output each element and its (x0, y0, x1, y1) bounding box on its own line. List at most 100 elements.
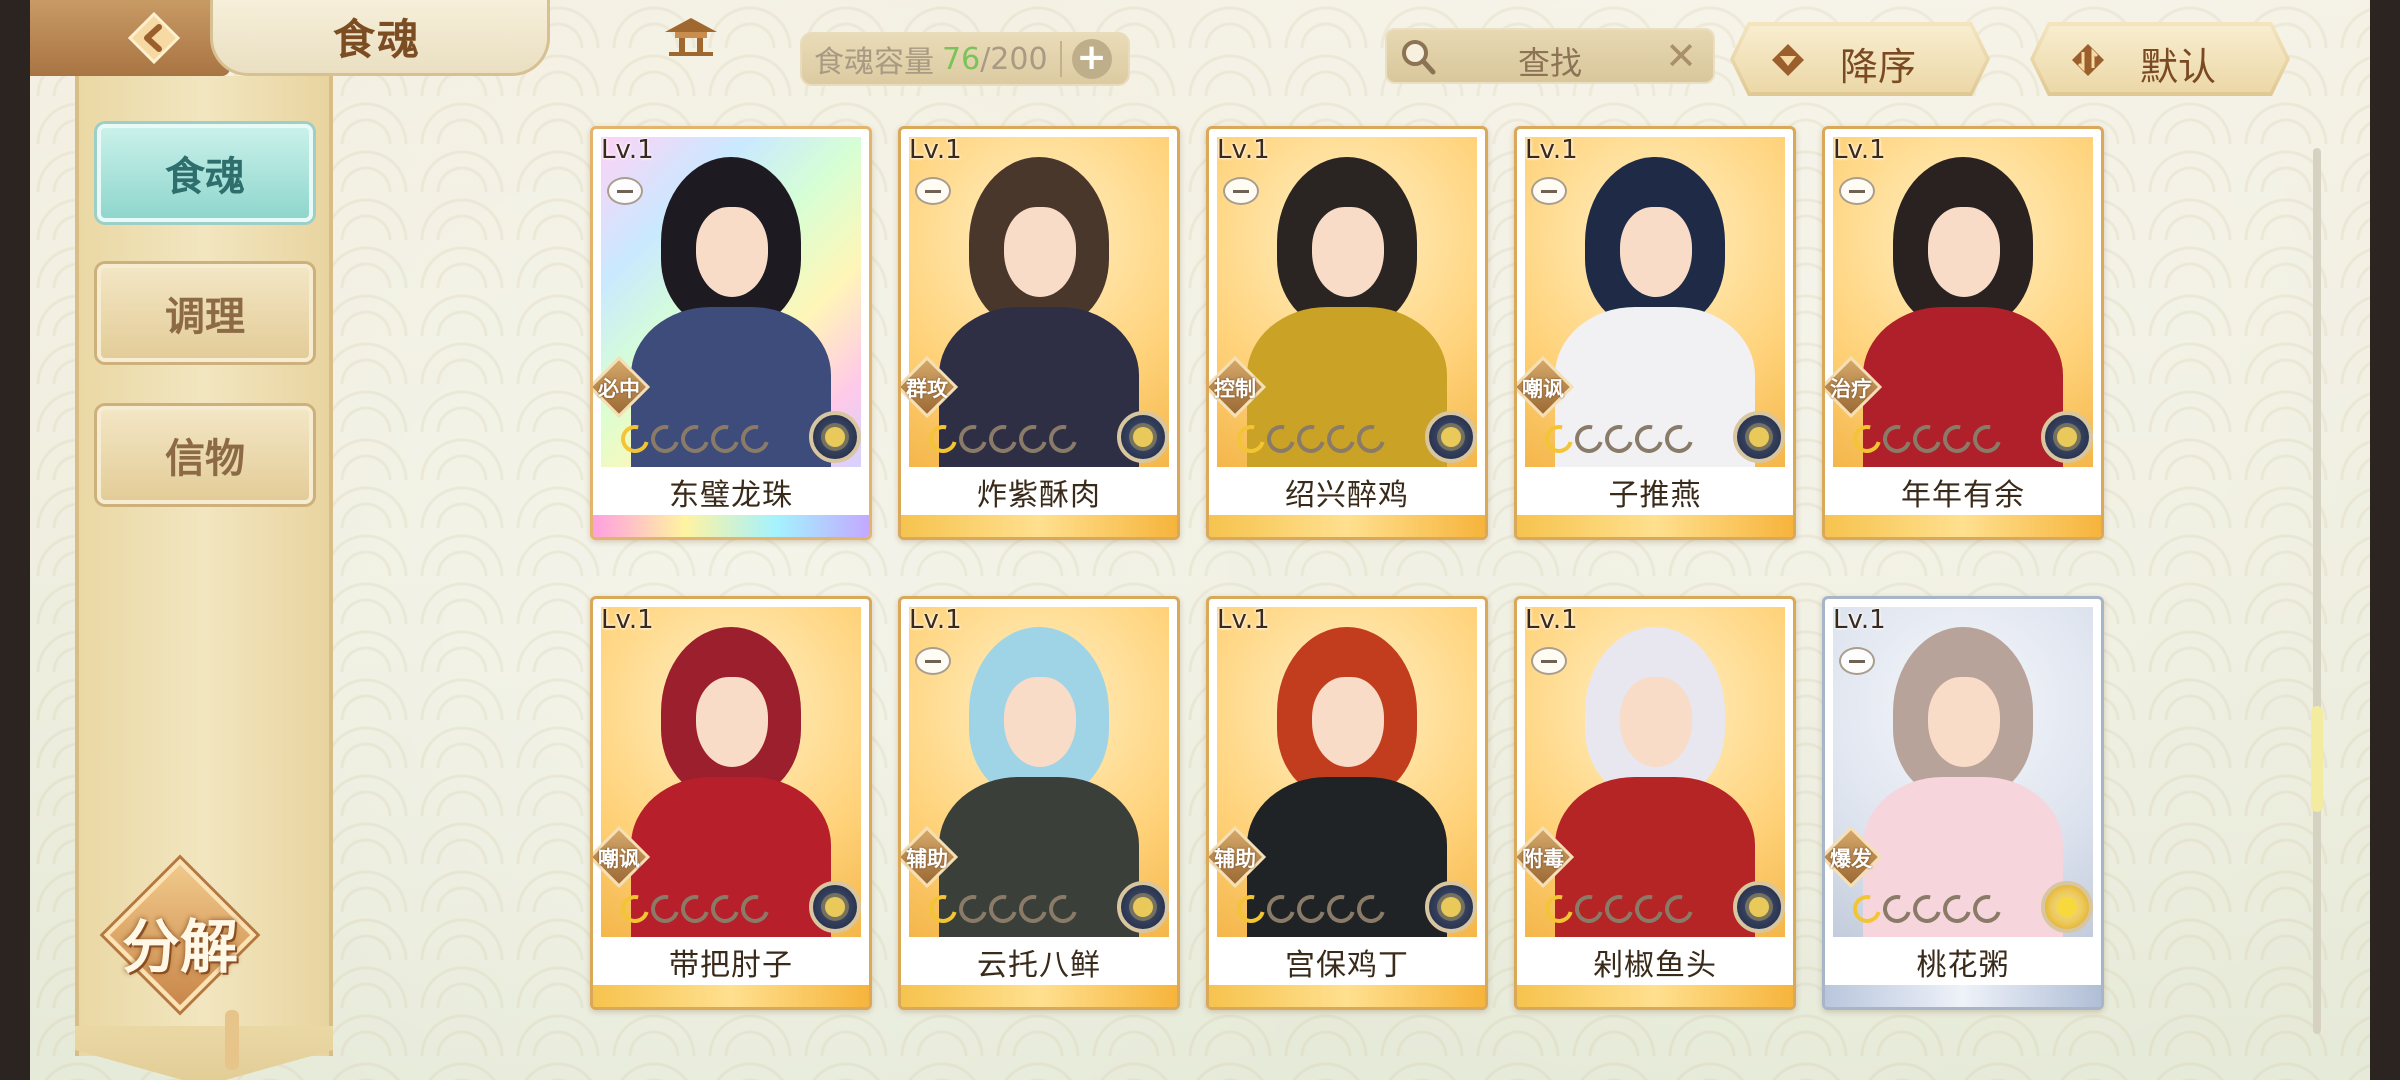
capacity-current: 76 (942, 41, 981, 77)
star-icon (1013, 419, 1053, 459)
sort-descending-icon (1770, 42, 1806, 78)
star-icon (1231, 419, 1271, 459)
sidebar-item-soul[interactable]: 食魂 (97, 124, 313, 222)
star-rating (923, 419, 1083, 459)
pavilion-icon (665, 18, 717, 56)
character-card[interactable]: Lv.1 嘲讽 子推燕 (1514, 126, 1796, 540)
search-box[interactable]: 查找 ✕ (1385, 28, 1715, 84)
lock-toggle-icon[interactable] (1839, 647, 1875, 675)
star-icon (1599, 889, 1639, 929)
star-rating (615, 419, 775, 459)
sort-order-button[interactable]: 降序 (1730, 22, 1990, 96)
rarity-bar (901, 985, 1177, 1007)
lock-toggle-icon[interactable] (1531, 647, 1567, 675)
rarity-bar (1209, 515, 1485, 537)
card-level: Lv.1 (1217, 605, 1270, 635)
page-title: 食魂 (333, 15, 422, 64)
star-rating (1539, 419, 1699, 459)
clear-search-button[interactable]: ✕ (1659, 34, 1703, 78)
card-level: Lv.1 (1525, 605, 1578, 635)
sort-filter-label: 默认 (2140, 45, 2217, 89)
character-card[interactable]: Lv.1 嘲讽 带把肘子 (590, 596, 872, 1010)
star-icon (705, 419, 745, 459)
sort-order-label: 降序 (1840, 45, 1917, 89)
sidebar-item-care[interactable]: 调理 (97, 264, 313, 362)
portrait-face (696, 677, 768, 767)
star-icon (983, 889, 1023, 929)
star-icon (1967, 419, 2007, 459)
role-badge: 群攻 (901, 355, 959, 419)
star-icon (953, 419, 993, 459)
star-icon (1351, 889, 1391, 929)
star-icon (1629, 889, 1669, 929)
element-icon (1117, 881, 1169, 933)
star-icon (1907, 419, 1947, 459)
star-rating (923, 889, 1083, 929)
character-card[interactable]: Lv.1 辅助云托八鲜 (898, 596, 1180, 1010)
star-icon (1907, 889, 1947, 929)
element-icon (1733, 411, 1785, 463)
star-rating (615, 889, 775, 929)
star-icon (735, 889, 775, 929)
scrollbar-track[interactable] (2313, 148, 2321, 1034)
star-icon (1539, 889, 1579, 929)
lock-toggle-icon[interactable] (1839, 177, 1875, 205)
capacity-panel: 食魂容量 76 / 200 + (800, 32, 1130, 86)
star-icon (1231, 889, 1271, 929)
star-icon (1291, 419, 1331, 459)
star-icon (1043, 889, 1083, 929)
star-icon (1261, 419, 1301, 459)
lock-toggle-icon[interactable] (915, 177, 951, 205)
star-icon (1877, 889, 1917, 929)
character-name: 云托八鲜 (909, 937, 1169, 987)
lock-toggle-icon[interactable] (1223, 177, 1259, 205)
expand-capacity-button[interactable]: + (1071, 39, 1112, 79)
character-card[interactable]: Lv.1 必中 东璧龙珠 (590, 126, 872, 540)
star-icon (1569, 889, 1609, 929)
character-name: 绍兴醉鸡 (1217, 467, 1477, 517)
role-badge: 辅助 (1209, 825, 1267, 889)
character-card[interactable]: Lv.1 附毒 剁椒鱼头 (1514, 596, 1796, 1010)
rarity-bar (901, 515, 1177, 537)
star-icon (1659, 419, 1699, 459)
game-viewport: 食魂 食魂容量 76 / 200 + 查找 ✕ 降序 默认 食魂 调理 信物 分… (30, 0, 2370, 1080)
character-card[interactable]: Lv.1 群攻 炸紫酥肉 (898, 126, 1180, 540)
scrollbar-thumb[interactable] (2311, 706, 2323, 812)
portrait-face (696, 207, 768, 297)
back-button[interactable] (122, 6, 186, 70)
lock-toggle-icon[interactable] (607, 177, 643, 205)
sidebar-item-token[interactable]: 信物 (97, 406, 313, 504)
card-level: Lv.1 (909, 135, 962, 165)
element-icon (1425, 411, 1477, 463)
star-icon (705, 889, 745, 929)
star-icon (1321, 419, 1361, 459)
character-card[interactable]: Lv.1 辅助宫保鸡丁 (1206, 596, 1488, 1010)
star-icon (1629, 419, 1669, 459)
title-tab: 食魂 (210, 0, 717, 76)
character-card[interactable]: Lv.1 治疗 年年有余 (1822, 126, 2104, 540)
capacity-max: 200 (990, 41, 1048, 77)
role-label: 群攻 (906, 377, 948, 401)
portrait-face (1312, 207, 1384, 297)
back-tab (30, 0, 230, 76)
lock-toggle-icon[interactable] (915, 647, 951, 675)
role-badge: 嘲讽 (593, 825, 651, 889)
character-card[interactable]: Lv.1 控制 绍兴醉鸡 (1206, 126, 1488, 540)
sort-filter-button[interactable]: 默认 (2030, 22, 2290, 96)
role-label: 控制 (1214, 377, 1256, 401)
lock-toggle-icon[interactable] (1531, 177, 1567, 205)
star-icon (675, 419, 715, 459)
star-icon (1291, 889, 1331, 929)
tassel-ornament (225, 1010, 239, 1070)
decompose-button[interactable]: 分解 (103, 858, 257, 1012)
star-icon (1847, 419, 1887, 459)
portrait-face (1004, 207, 1076, 297)
card-level: Lv.1 (909, 605, 962, 635)
element-icon (1425, 881, 1477, 933)
role-badge: 辅助 (901, 825, 959, 889)
star-icon (615, 889, 655, 929)
home-button[interactable] (661, 14, 721, 58)
star-icon (735, 419, 775, 459)
character-name: 宫保鸡丁 (1217, 937, 1477, 987)
character-card[interactable]: Lv.1 爆发 桃花粥 (1822, 596, 2104, 1010)
